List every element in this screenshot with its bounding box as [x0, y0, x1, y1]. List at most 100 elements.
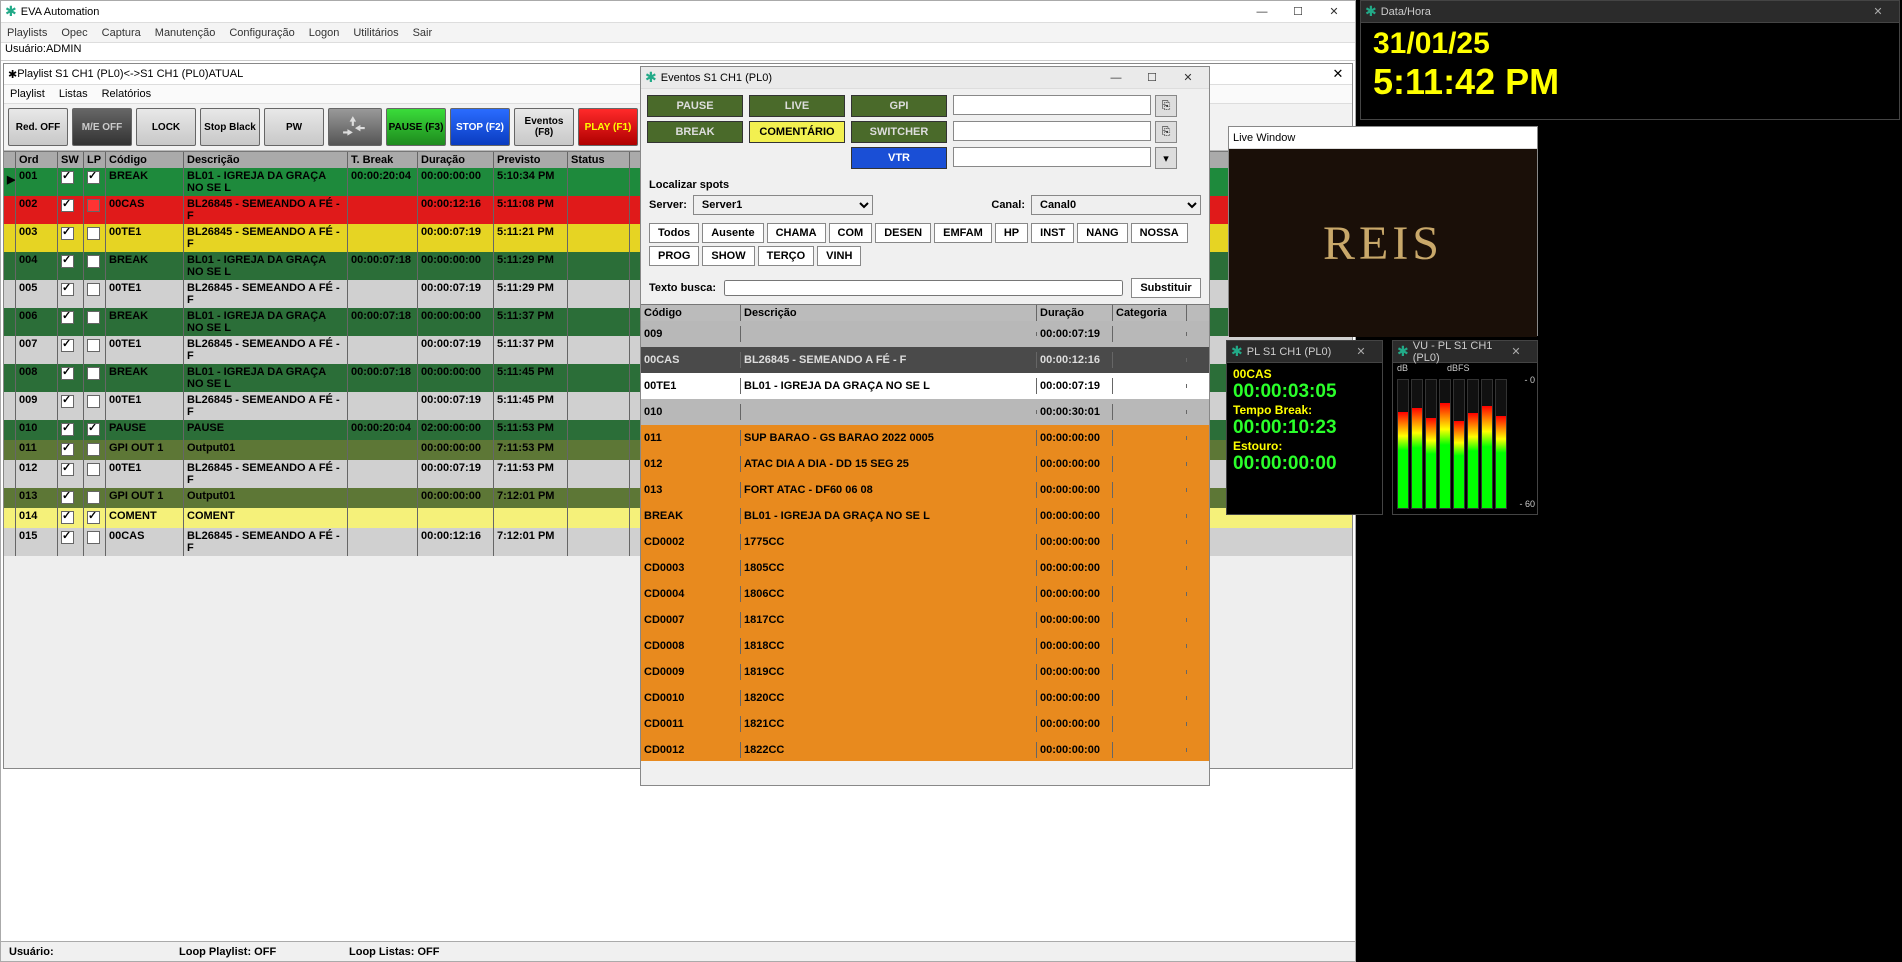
ev-minimize-button[interactable]: —: [1099, 68, 1133, 88]
eventos-row[interactable]: 012ATAC DIA A DIA - DD 15 SEG 2500:00:00…: [641, 451, 1209, 477]
ev-vtr-combo[interactable]: [953, 147, 1151, 167]
category-button[interactable]: Todos: [649, 223, 699, 243]
category-button[interactable]: CHAMA: [767, 223, 826, 243]
sw-checkbox[interactable]: [61, 395, 74, 408]
col-descricao[interactable]: Descrição: [184, 152, 348, 168]
sw-checkbox[interactable]: [61, 199, 74, 212]
col-ord[interactable]: Ord: [16, 152, 58, 168]
col-codigo[interactable]: Código: [106, 152, 184, 168]
col-sw[interactable]: SW: [58, 152, 84, 168]
menu-playlist[interactable]: Playlist: [10, 88, 45, 100]
lp-checkbox[interactable]: [87, 423, 100, 436]
menu-manutencao[interactable]: Manutenção: [155, 27, 216, 39]
sw-checkbox[interactable]: [61, 423, 74, 436]
minimize-button[interactable]: —: [1245, 2, 1279, 22]
lp-checkbox[interactable]: [87, 491, 100, 504]
lp-checkbox[interactable]: [87, 511, 100, 524]
sw-checkbox[interactable]: [61, 311, 74, 324]
ev-vtr-add-icon[interactable]: ▾: [1155, 147, 1177, 169]
maximize-button[interactable]: ☐: [1281, 2, 1315, 22]
ev-pause-button[interactable]: PAUSE: [647, 95, 743, 117]
sw-checkbox[interactable]: [61, 255, 74, 268]
ev-switcher-combo[interactable]: [953, 121, 1151, 141]
category-button[interactable]: SHOW: [702, 246, 754, 266]
eventos-row[interactable]: CD00041806CC00:00:00:00: [641, 581, 1209, 607]
menu-relatorios[interactable]: Relatórios: [102, 88, 152, 100]
category-button[interactable]: PROG: [649, 246, 699, 266]
eventos-row[interactable]: CD00071817CC00:00:00:00: [641, 607, 1209, 633]
eventos-row[interactable]: 011SUP BARAO - GS BARAO 2022 000500:00:0…: [641, 425, 1209, 451]
sw-checkbox[interactable]: [61, 283, 74, 296]
me-off-button[interactable]: M/E OFF: [72, 108, 132, 146]
stop-black-button[interactable]: Stop Black: [200, 108, 260, 146]
recycle-button[interactable]: [328, 108, 382, 146]
lp-checkbox[interactable]: [87, 255, 100, 268]
stop-button[interactable]: STOP (F2): [450, 108, 510, 146]
eventos-row[interactable]: CD00101820CC00:00:00:00: [641, 685, 1209, 711]
ev-col-duracao[interactable]: Duração: [1037, 305, 1113, 321]
close-button[interactable]: ✕: [1317, 2, 1351, 22]
lock-button[interactable]: LOCK: [136, 108, 196, 146]
category-button[interactable]: HP: [995, 223, 1028, 243]
eventos-row[interactable]: CD00031805CC00:00:00:00: [641, 555, 1209, 581]
ev-maximize-button[interactable]: ☐: [1135, 68, 1169, 88]
menu-listas[interactable]: Listas: [59, 88, 88, 100]
substituir-button[interactable]: Substituir: [1131, 278, 1201, 298]
category-button[interactable]: TERÇO: [758, 246, 815, 266]
eventos-row[interactable]: CD00021775CC00:00:00:00: [641, 529, 1209, 555]
ev-col-descricao[interactable]: Descrição: [741, 305, 1037, 321]
eventos-body[interactable]: 00900:00:07:1900CASBL26845 - SEMEANDO A …: [641, 321, 1209, 761]
ev-gpi-button[interactable]: GPI: [851, 95, 947, 117]
lp-checkbox[interactable]: [87, 395, 100, 408]
col-duracao[interactable]: Duração: [418, 152, 494, 168]
menu-opec[interactable]: Opec: [61, 27, 87, 39]
ev-break-button[interactable]: BREAK: [647, 121, 743, 143]
plp-close-button[interactable]: ✕: [1344, 342, 1378, 362]
server-select[interactable]: Server1: [693, 195, 873, 215]
sw-checkbox[interactable]: [61, 339, 74, 352]
lp-checkbox[interactable]: [87, 227, 100, 240]
ev-switcher-button[interactable]: SWITCHER: [851, 121, 947, 143]
eventos-row[interactable]: CD00091819CC00:00:00:00: [641, 659, 1209, 685]
ev-col-categoria[interactable]: Categoria: [1113, 305, 1187, 321]
pause-button[interactable]: PAUSE (F3): [386, 108, 446, 146]
eventos-button[interactable]: Eventos (F8): [514, 108, 574, 146]
menu-sair[interactable]: Sair: [413, 27, 433, 39]
lp-checkbox[interactable]: [87, 443, 100, 456]
category-button[interactable]: NOSSA: [1131, 223, 1188, 243]
lp-checkbox[interactable]: [87, 463, 100, 476]
sw-checkbox[interactable]: [61, 367, 74, 380]
category-button[interactable]: VINH: [817, 246, 861, 266]
col-lp[interactable]: LP: [84, 152, 106, 168]
category-button[interactable]: Ausente: [702, 223, 763, 243]
lp-checkbox[interactable]: [87, 199, 100, 212]
lp-checkbox[interactable]: [87, 171, 100, 184]
play-button[interactable]: PLAY (F1): [578, 108, 638, 146]
eventos-row[interactable]: 01000:00:30:01: [641, 399, 1209, 425]
eventos-row[interactable]: 00900:00:07:19: [641, 321, 1209, 347]
ev-col-codigo[interactable]: Código: [641, 305, 741, 321]
lp-checkbox[interactable]: [87, 311, 100, 324]
eventos-row[interactable]: 013FORT ATAC - DF60 06 0800:00:00:00: [641, 477, 1209, 503]
lp-checkbox[interactable]: [87, 339, 100, 352]
menu-logon[interactable]: Logon: [309, 27, 340, 39]
sw-checkbox[interactable]: [61, 443, 74, 456]
red-off-button[interactable]: Red. OFF: [8, 108, 68, 146]
canal-select[interactable]: Canal0: [1031, 195, 1201, 215]
sw-checkbox[interactable]: [61, 171, 74, 184]
eventos-row[interactable]: 00CASBL26845 - SEMEANDO A FÉ - F00:00:12…: [641, 347, 1209, 373]
col-previsto[interactable]: Previsto: [494, 152, 568, 168]
ev-gpi-add-icon[interactable]: ⎘: [1155, 95, 1177, 117]
sw-checkbox[interactable]: [61, 531, 74, 544]
menu-configuracao[interactable]: Configuração: [229, 27, 294, 39]
category-button[interactable]: DESEN: [875, 223, 931, 243]
menu-playlists[interactable]: Playlists: [7, 27, 47, 39]
ev-coment-button[interactable]: COMENTÁRIO: [749, 121, 845, 143]
lp-checkbox[interactable]: [87, 283, 100, 296]
vu-close-button[interactable]: ✕: [1499, 342, 1533, 362]
eventos-row[interactable]: CD00081818CC00:00:00:00: [641, 633, 1209, 659]
ev-switcher-add-icon[interactable]: ⎘: [1155, 121, 1177, 143]
pw-button[interactable]: PW: [264, 108, 324, 146]
category-button[interactable]: COM: [829, 223, 873, 243]
sw-checkbox[interactable]: [61, 511, 74, 524]
